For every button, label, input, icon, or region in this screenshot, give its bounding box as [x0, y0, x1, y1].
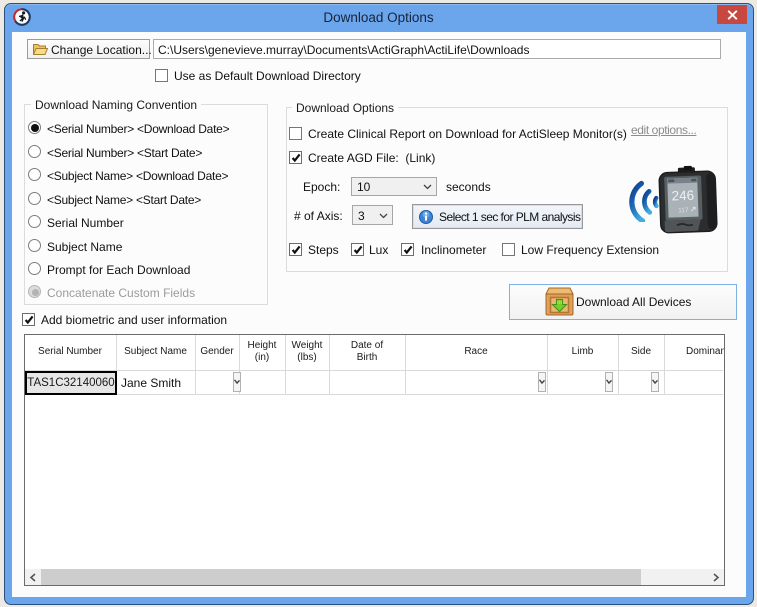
svg-text:117: 117 [678, 207, 689, 214]
svg-text:246: 246 [671, 188, 694, 204]
